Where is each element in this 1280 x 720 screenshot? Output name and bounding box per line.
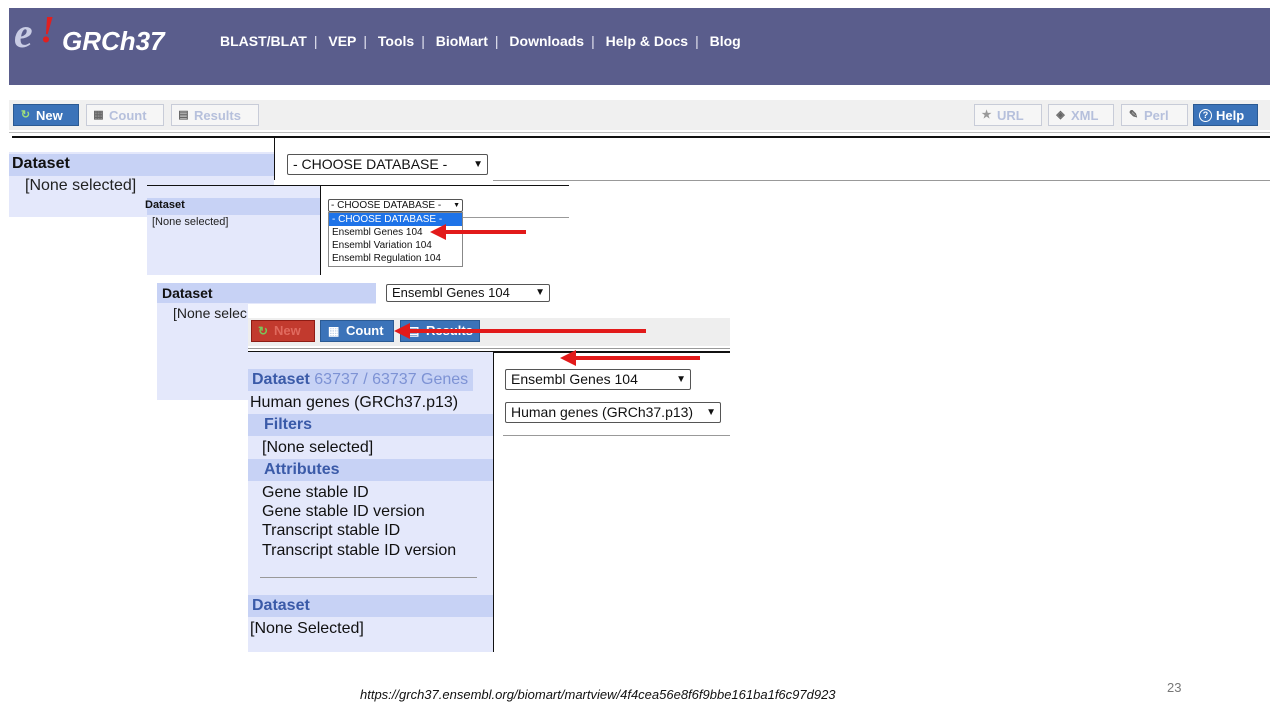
- count-button[interactable]: ▦ Count: [86, 104, 164, 126]
- database-select-4[interactable]: Ensembl Genes 104 ▼: [505, 369, 691, 390]
- calculator-icon: ▦: [93, 109, 104, 121]
- database-select[interactable]: - CHOOSE DATABASE - ▼: [287, 154, 488, 175]
- dataset-heading-2[interactable]: Dataset: [145, 199, 185, 211]
- count-button-2[interactable]: ▦ Count: [320, 320, 394, 342]
- dataset-heading-4[interactable]: Dataset 63737 / 63737 Genes: [252, 371, 468, 389]
- nav-help-docs[interactable]: Help & Docs: [606, 33, 688, 49]
- red-arrow: [444, 230, 526, 234]
- attribute-item: Gene stable ID: [262, 484, 369, 501]
- nav-tools[interactable]: Tools: [378, 33, 414, 49]
- dataset-none-selected: [None selected]: [25, 177, 137, 194]
- new-button[interactable]: ↻ New: [13, 104, 79, 126]
- new-label-2: New: [274, 323, 301, 338]
- dataset2-value: [None Selected]: [250, 620, 364, 637]
- page-number: 23: [1167, 680, 1182, 695]
- help-button[interactable]: ? Help: [1193, 104, 1258, 126]
- script-icon: ✎: [1128, 109, 1139, 121]
- new-button-2[interactable]: ↻ New: [251, 320, 315, 342]
- dropdown-option-variation[interactable]: Ensembl Variation 104: [329, 239, 462, 252]
- red-arrow-head: [394, 323, 410, 339]
- attribute-item: Transcript stable ID: [262, 522, 401, 539]
- form-rule: [493, 180, 1270, 181]
- url-button[interactable]: ★ URL: [974, 104, 1042, 126]
- dataset-none-selected-2: [None selected]: [152, 216, 229, 228]
- panel-top-rule: [12, 136, 1270, 138]
- sidebar-rule: [260, 577, 477, 578]
- nav-separator: |: [591, 33, 595, 49]
- panel4-toolbar-rule: [248, 348, 730, 349]
- red-arrow-panel: [576, 356, 700, 360]
- code-icon: ◈: [1056, 109, 1065, 121]
- ensembl-logo-e[interactable]: e: [14, 13, 33, 55]
- nav-separator: |: [494, 33, 499, 49]
- filters-value: [None selected]: [262, 439, 374, 456]
- count-label-2: Count: [346, 323, 384, 338]
- chevron-down-icon: ▼: [453, 202, 460, 209]
- perl-label: Perl: [1144, 108, 1169, 123]
- nav-blast[interactable]: BLAST/BLAT: [220, 33, 307, 49]
- dataset-heading[interactable]: Dataset: [12, 155, 70, 173]
- sidebar-divider: [274, 138, 275, 180]
- nav-vep[interactable]: VEP: [328, 33, 356, 49]
- dataset-none-selected-3: [None selec: [173, 305, 247, 321]
- panel2-divider: [320, 185, 321, 275]
- footer-url: https://grch37.ensembl.org/biomart/martv…: [360, 687, 836, 702]
- table-icon: ▤: [178, 109, 189, 121]
- url-label: URL: [997, 108, 1024, 123]
- chevron-down-icon: ▼: [535, 287, 545, 298]
- main-nav: BLAST/BLAT | VEP | Tools | BioMart | Downloa…: [220, 33, 741, 49]
- attributes-heading[interactable]: Attributes: [264, 461, 340, 479]
- xml-button[interactable]: ◈ XML: [1048, 104, 1114, 126]
- results-label: Results: [194, 108, 241, 123]
- count-label: Count: [109, 108, 147, 123]
- red-arrow-head: [560, 350, 576, 366]
- dataset-heading-3[interactable]: Dataset: [162, 285, 213, 301]
- dataset-select[interactable]: Human genes (GRCh37.p13) ▼: [505, 402, 721, 423]
- nav-biomart[interactable]: BioMart: [436, 33, 488, 49]
- refresh-icon: ↻: [258, 324, 269, 338]
- help-icon: ?: [1199, 109, 1212, 122]
- panel2-form-rule: [462, 217, 569, 218]
- help-label: Help: [1216, 108, 1245, 123]
- database-select-3[interactable]: Ensembl Genes 104 ▼: [386, 284, 550, 302]
- new-label: New: [36, 108, 63, 123]
- database-select-value-3: Ensembl Genes 104: [392, 285, 510, 300]
- dataset-count: 63737 / 63737 Genes: [314, 371, 469, 388]
- refresh-icon: ↻: [20, 109, 31, 121]
- nav-separator: |: [313, 33, 318, 49]
- red-arrow-head: [430, 224, 446, 240]
- filters-heading[interactable]: Filters: [264, 416, 312, 434]
- database-select-value-4: Ensembl Genes 104: [511, 371, 638, 387]
- form-rule-4: [503, 435, 730, 436]
- calculator-icon: ▦: [328, 324, 340, 338]
- attribute-item: Gene stable ID version: [262, 503, 425, 520]
- red-arrow-count: [410, 329, 646, 333]
- dataset2-heading[interactable]: Dataset: [252, 597, 310, 615]
- database-select-2[interactable]: - CHOOSE DATABASE - ▼: [328, 199, 463, 212]
- dataset-label-4: Dataset: [252, 371, 310, 388]
- nav-separator: |: [695, 33, 699, 49]
- nav-separator: |: [421, 33, 425, 49]
- dropdown-option-regulation[interactable]: Ensembl Regulation 104: [329, 252, 462, 265]
- panel2-top-rule: [147, 185, 569, 186]
- database-select-value: - CHOOSE DATABASE -: [293, 156, 448, 172]
- star-icon: ★: [981, 109, 992, 121]
- chevron-down-icon: ▼: [676, 374, 686, 385]
- attribute-item: Transcript stable ID version: [262, 542, 457, 559]
- database-select-value-2: - CHOOSE DATABASE -: [331, 200, 442, 211]
- site-title[interactable]: GRCh37: [62, 26, 165, 57]
- nav-blog[interactable]: Blog: [710, 33, 741, 49]
- xml-label: XML: [1071, 108, 1099, 123]
- toolbar-divider: [9, 132, 1270, 133]
- nav-separator: |: [363, 33, 368, 49]
- panel4-divider: [493, 352, 494, 652]
- perl-button[interactable]: ✎ Perl: [1121, 104, 1188, 126]
- nav-downloads[interactable]: Downloads: [509, 33, 584, 49]
- dataset-select-value: Human genes (GRCh37.p13): [511, 404, 694, 420]
- chevron-down-icon: ▼: [473, 159, 483, 170]
- dataset-name: Human genes (GRCh37.p13): [250, 394, 459, 411]
- results-button[interactable]: ▤ Results: [171, 104, 259, 126]
- chevron-down-icon: ▼: [706, 407, 716, 418]
- ensembl-logo-mark: !: [40, 9, 55, 51]
